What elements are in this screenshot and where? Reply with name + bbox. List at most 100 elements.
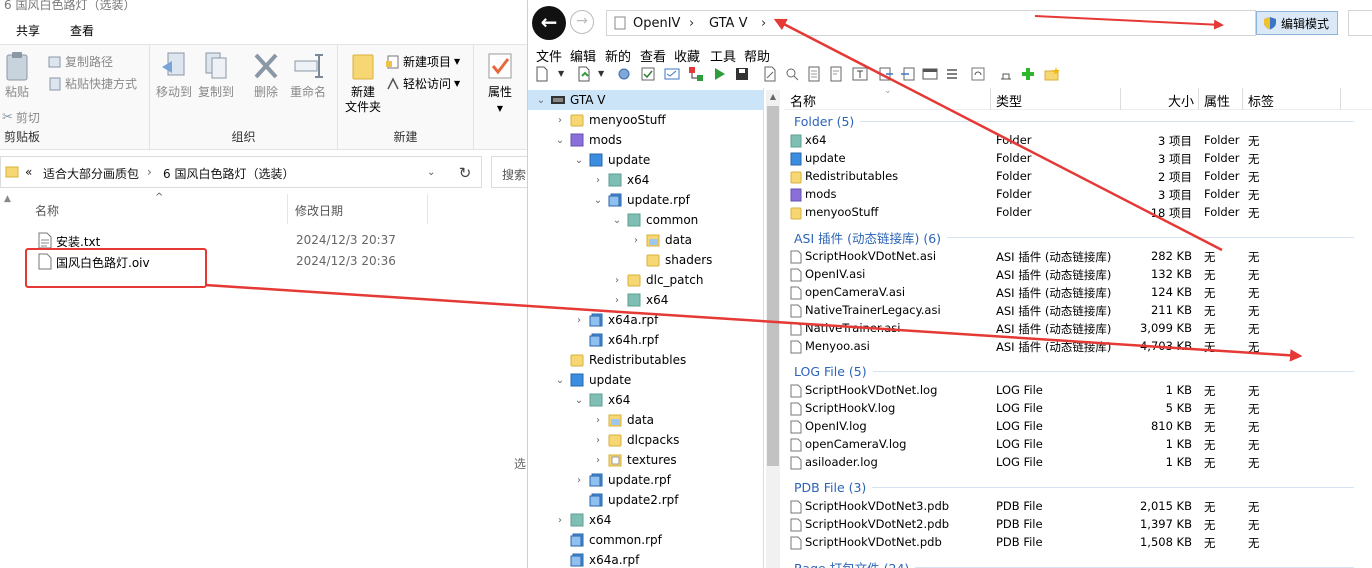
column-attr[interactable]: 属性 <box>1204 91 1230 110</box>
chevron-right-icon[interactable]: › <box>629 235 643 246</box>
tree-node[interactable]: Redistributables <box>528 350 763 370</box>
new-folder-star-icon[interactable] <box>1044 66 1060 82</box>
table-row[interactable]: ScriptHookVDotNet3.pdb PDB File 2,015 KB 无 无 <box>784 498 1372 516</box>
tree-node[interactable]: › x64 <box>528 290 763 310</box>
tree-scrollbar-thumb[interactable] <box>767 106 779 466</box>
column-divider[interactable] <box>1340 88 1341 110</box>
column-tag[interactable]: 标签 <box>1248 91 1274 110</box>
text-icon[interactable] <box>852 66 868 82</box>
tree-node[interactable]: ⌄ mods <box>528 130 763 150</box>
document-lines-icon[interactable] <box>828 66 844 82</box>
tree-node[interactable]: › menyooStuff <box>528 110 763 130</box>
form-icon[interactable] <box>664 66 680 82</box>
openiv-address-bar[interactable]: OpenIV › GTA V › <box>606 10 1256 36</box>
chevron-right-icon[interactable]: › <box>591 415 605 426</box>
tree-node[interactable]: › dlcpacks <box>528 430 763 450</box>
table-row[interactable]: OpenIV.asi ASI 插件 (动态链接库) 132 KB 无 无 <box>784 266 1372 284</box>
column-size[interactable]: 大小 <box>1168 91 1194 110</box>
tree-node[interactable]: x64a.rpf <box>528 550 763 568</box>
tree-node[interactable]: ⌄ GTA V <box>528 90 763 110</box>
chevron-down-icon[interactable]: ▼ <box>598 69 604 78</box>
tree-node[interactable]: ⌄ x64 <box>528 390 763 410</box>
easy-access-button[interactable]: 轻松访问 ▼ <box>386 75 460 92</box>
window-icon[interactable] <box>922 66 938 82</box>
tree-node[interactable]: ⌄ common <box>528 210 763 230</box>
tree-node[interactable]: common.rpf <box>528 530 763 550</box>
column-modified[interactable]: 修改日期 <box>295 202 343 219</box>
chevron-right-icon[interactable]: › <box>553 115 567 126</box>
chevron-right-icon[interactable]: › <box>610 275 624 286</box>
rename-button[interactable]: 重命名 <box>288 51 328 100</box>
column-divider[interactable] <box>1198 88 1199 110</box>
save-icon[interactable] <box>734 66 750 82</box>
chevron-right-icon[interactable]: › <box>572 315 586 326</box>
tree-node[interactable]: update2.rpf <box>528 490 763 510</box>
table-row[interactable]: Menyoo.asi ASI 插件 (动态链接库) 4,703 KB 无 无 <box>784 338 1372 356</box>
table-row[interactable]: NativeTrainer.asi ASI 插件 (动态链接库) 3,099 KB 无… <box>784 320 1372 338</box>
tree-node[interactable]: x64h.rpf <box>528 330 763 350</box>
edit-mode-button[interactable]: 编辑模式 <box>1256 11 1338 35</box>
group-header[interactable]: LOG File (5) <box>794 362 1354 380</box>
table-row[interactable]: ScriptHookVDotNet.log LOG File 1 KB 无 无 <box>784 382 1372 400</box>
tree-node[interactable]: › textures <box>528 450 763 470</box>
group-header[interactable]: Folder (5) <box>794 112 1354 130</box>
breadcrumb-item[interactable]: OpenIV <box>633 16 680 31</box>
chevron-down-icon[interactable]: ⌄ <box>572 155 586 166</box>
table-row[interactable]: ScriptHookVDotNet2.pdb PDB File 1,397 KB 无 无 <box>784 516 1372 534</box>
tree-node[interactable]: shaders <box>528 250 763 270</box>
gear-icon[interactable] <box>616 66 632 82</box>
export-icon[interactable] <box>878 66 894 82</box>
search-page-icon[interactable] <box>784 66 800 82</box>
stamp-icon[interactable] <box>998 66 1014 82</box>
checklist-icon[interactable] <box>640 66 656 82</box>
tree-node[interactable]: ⌄ update.rpf <box>528 190 763 210</box>
new-item-button[interactable]: 新建项目 ▼ <box>386 53 460 70</box>
back-arrow-icon[interactable]: ← <box>532 6 566 40</box>
table-row[interactable]: asiloader.log LOG File 1 KB 无 无 <box>784 454 1372 472</box>
chevron-up-icon[interactable]: ▲ <box>4 194 11 204</box>
breadcrumb-item[interactable]: 6 国风白色路灯（选装） <box>163 165 294 182</box>
edit-page-icon[interactable] <box>762 66 778 82</box>
delete-button[interactable]: 删除 <box>248 51 284 100</box>
chevron-right-icon[interactable]: › <box>591 455 605 466</box>
tree-node[interactable]: › data <box>528 410 763 430</box>
chevron-down-icon[interactable]: ▼ <box>558 69 564 78</box>
cut-button[interactable]: ✂ 剪切 <box>2 109 40 126</box>
tree-node[interactable]: › data <box>528 230 763 250</box>
plus-icon[interactable] <box>1020 66 1036 82</box>
table-row[interactable]: ScriptHookV.log LOG File 5 KB 无 无 <box>784 400 1372 418</box>
group-header[interactable]: PDB File (3) <box>794 478 1354 496</box>
table-row[interactable]: NativeTrainerLegacy.asi ASI 插件 (动态链接库) 211… <box>784 302 1372 320</box>
table-row[interactable]: Redistributables Folder 2 项目 Folder 无 <box>784 168 1372 186</box>
table-row[interactable]: mods Folder 3 项目 Folder 无 <box>784 186 1372 204</box>
table-row[interactable]: openCameraV.asi ASI 插件 (动态链接库) 124 KB 无 无 <box>784 284 1372 302</box>
tree-nodes-icon[interactable] <box>688 66 704 82</box>
table-row[interactable]: menyooStuff Folder 18 项目 Folder 无 <box>784 204 1372 222</box>
tree-node[interactable]: › x64a.rpf <box>528 310 763 330</box>
tab-view[interactable]: 查看 <box>70 22 94 39</box>
group-header[interactable]: ASI 插件 (动态链接库) (6) <box>794 228 1354 246</box>
table-row[interactable]: ScriptHookVDotNet.asi ASI 插件 (动态链接库) 282 K… <box>784 248 1372 266</box>
column-name[interactable]: 名称 <box>35 202 59 219</box>
tab-share[interactable]: 共享 <box>16 22 40 39</box>
table-row[interactable]: update Folder 3 项目 Folder 无 <box>784 150 1372 168</box>
tree-node[interactable]: ⌄ update <box>528 370 763 390</box>
new-file-icon[interactable] <box>534 66 550 82</box>
chevron-right-icon[interactable]: › <box>591 435 605 446</box>
chevron-down-icon[interactable]: ⌄ <box>572 395 586 406</box>
chevron-right-icon[interactable]: › <box>572 475 586 486</box>
column-divider[interactable] <box>427 194 428 224</box>
group-header[interactable]: Rage 打包文件 (24) <box>794 558 1354 568</box>
openiv-search-input[interactable] <box>1348 10 1372 36</box>
tree-node[interactable]: › x64 <box>528 170 763 190</box>
chevron-down-icon[interactable]: ⌄ <box>427 167 435 178</box>
new-folder-button[interactable]: 新建 文件夹 <box>342 51 384 115</box>
table-row[interactable]: openCameraV.log LOG File 1 KB 无 无 <box>784 436 1372 454</box>
table-row[interactable]: x64 Folder 3 项目 Folder 无 <box>784 132 1372 150</box>
column-type[interactable]: 类型 <box>996 91 1022 110</box>
open-file-icon[interactable] <box>576 66 592 82</box>
breadcrumb-item[interactable]: GTA V <box>709 16 747 31</box>
tree-node[interactable]: › update.rpf <box>528 470 763 490</box>
chevron-right-icon[interactable]: › <box>610 295 624 306</box>
search-input[interactable]: 搜索 <box>491 156 527 188</box>
